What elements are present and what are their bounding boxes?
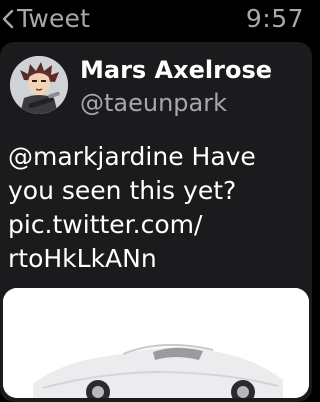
clock: 9:57 [245,4,304,33]
avatar[interactable] [10,56,68,114]
back-button[interactable]: Tweet [2,3,90,35]
tweet-media-image[interactable] [3,288,309,398]
author-name: Mars Axelrose [80,56,272,84]
back-label: Tweet [17,4,91,33]
tweet-text[interactable]: @markjardine Have you seen this yet? pic… [8,140,306,276]
status-bar: Tweet 9:57 [0,0,312,40]
chevron-left-icon [2,9,14,29]
author-handle: @taeunpark [80,89,228,117]
